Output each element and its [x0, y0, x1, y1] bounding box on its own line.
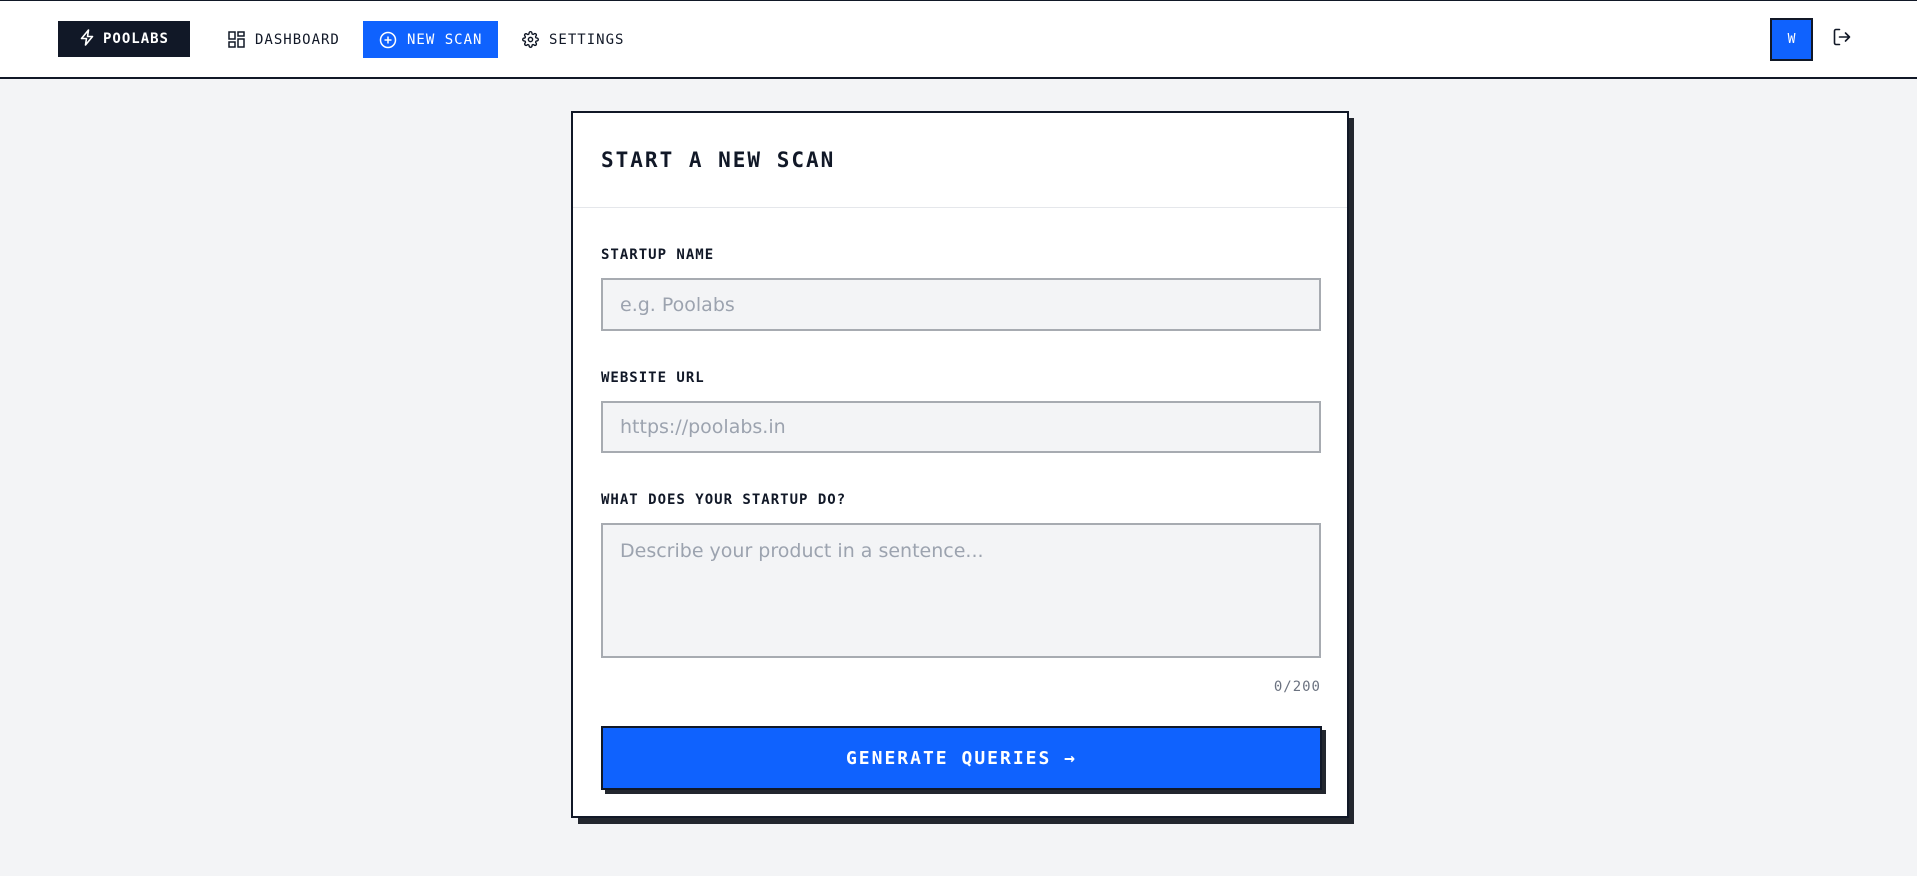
nav-dashboard[interactable]: DASHBOARD	[212, 21, 356, 58]
description-label: WHAT DOES YOUR STARTUP DO?	[601, 492, 847, 508]
nav-new-scan-label: NEW SCAN	[407, 31, 483, 48]
generate-queries-button[interactable]: GENERATE QUERIES →	[601, 726, 1322, 790]
new-scan-form-card: START A NEW SCAN STARTUP NAME WEBSITE UR…	[571, 111, 1349, 818]
startup-name-label: STARTUP NAME	[601, 247, 715, 263]
website-url-label: WEBSITE URL	[601, 370, 705, 386]
logout-button[interactable]	[1830, 27, 1854, 51]
logout-icon	[1832, 27, 1852, 51]
user-avatar[interactable]: W	[1770, 18, 1813, 61]
avatar-initial: W	[1787, 32, 1796, 47]
character-counter: 0/200	[1273, 679, 1321, 695]
nav-settings[interactable]: SETTINGS	[506, 21, 640, 58]
top-navbar: POOLABS DASHBOARD NEW SCAN SETTINGS W	[0, 0, 1917, 79]
lightning-icon	[79, 28, 95, 50]
page-title: START A NEW SCAN	[601, 148, 836, 172]
nav-new-scan[interactable]: NEW SCAN	[363, 21, 499, 58]
brand-logo[interactable]: POOLABS	[58, 21, 190, 57]
card-header: START A NEW SCAN	[573, 113, 1347, 208]
plus-circle-icon	[379, 31, 397, 49]
website-url-input[interactable]	[601, 401, 1321, 453]
grid-icon	[228, 31, 245, 48]
description-textarea[interactable]	[601, 523, 1321, 658]
startup-name-input[interactable]	[601, 278, 1321, 331]
nav-settings-label: SETTINGS	[549, 31, 625, 48]
brand-name: POOLABS	[102, 31, 169, 47]
gear-icon	[522, 31, 539, 48]
nav-dashboard-label: DASHBOARD	[255, 31, 340, 48]
